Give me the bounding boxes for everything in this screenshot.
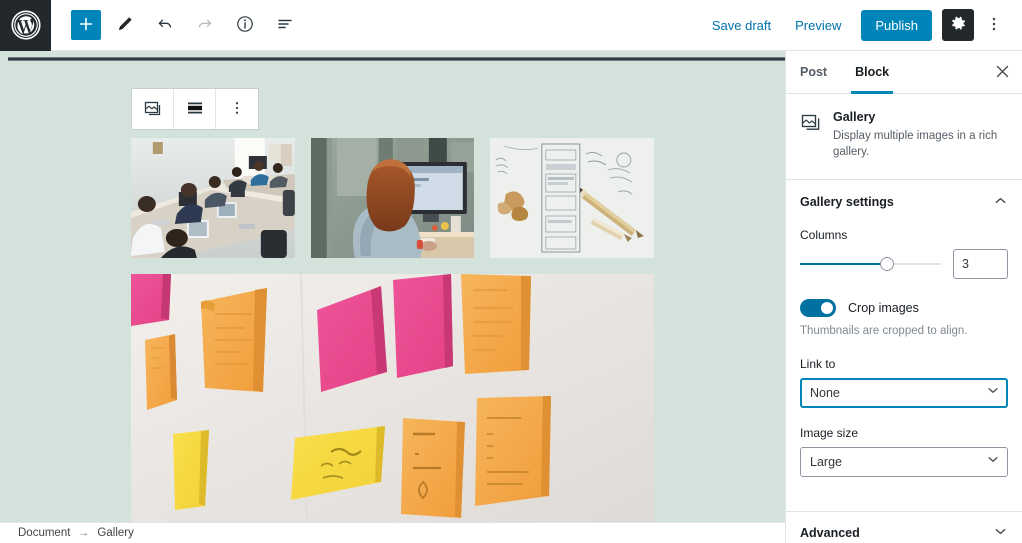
breadcrumb-item-document[interactable]: Document — [18, 527, 70, 539]
toggle-knob — [821, 301, 833, 314]
crop-images-help-text: Thumbnails are cropped to align. — [800, 324, 968, 337]
close-x-icon — [995, 64, 1010, 82]
gallery-image-2[interactable] — [310, 138, 475, 258]
block-selection-indicator — [8, 57, 785, 61]
columns-label: Columns — [800, 227, 848, 242]
block-info-card: Gallery Display multiple images in a ric… — [786, 94, 1022, 180]
content-structure-icon — [275, 14, 295, 37]
block-type-switcher-button[interactable] — [132, 89, 174, 129]
gallery-image-3[interactable] — [490, 138, 655, 258]
panel-title-gallery-settings: Gallery settings — [800, 194, 894, 209]
wordpress-logo-button[interactable] — [0, 0, 51, 51]
wordpress-logo-icon — [10, 10, 41, 40]
close-sidebar-button[interactable] — [988, 59, 1016, 87]
gallery-block[interactable] — [131, 138, 655, 522]
panel-header-advanced[interactable]: Advanced — [786, 512, 1022, 543]
columns-control — [800, 248, 1008, 279]
kebab-vertical-icon — [985, 15, 1003, 36]
settings-sidebar: Post Block Gallery Display multiple imag… — [785, 51, 1022, 543]
editor-canvas[interactable] — [0, 51, 785, 522]
breadcrumb-separator-icon: → — [78, 527, 90, 539]
tab-block[interactable]: Block — [841, 51, 903, 94]
block-info-text: Gallery Display multiple images in a ric… — [833, 110, 1008, 161]
columns-slider[interactable] — [800, 256, 941, 272]
block-contextual-toolbar — [131, 88, 259, 130]
redo-arrow-icon — [195, 14, 215, 37]
plus-icon — [77, 15, 95, 36]
gallery-row — [131, 138, 655, 258]
block-more-options-button[interactable] — [216, 89, 258, 129]
block-align-button[interactable] — [174, 89, 216, 129]
block-description: Display multiple images in a rich galler… — [833, 130, 998, 158]
editor-actions-group: Save draft Preview Publish — [700, 0, 1022, 51]
preview-button[interactable]: Preview — [783, 12, 853, 39]
gallery-block-icon — [143, 98, 163, 121]
gallery-image-4[interactable] — [131, 274, 654, 522]
tab-post[interactable]: Post — [786, 51, 841, 93]
align-wide-icon — [185, 98, 205, 121]
image-size-label: Image size — [800, 425, 859, 440]
block-navigation-button[interactable] — [269, 9, 301, 41]
breadcrumb: Document → Gallery — [0, 522, 785, 543]
edit-mode-button[interactable] — [109, 9, 141, 41]
pencil-icon — [115, 14, 135, 37]
panel-body-gallery-settings: Columns Crop images Thumbnails are cropp… — [786, 224, 1022, 511]
image-size-select[interactable]: Large — [800, 446, 1008, 477]
panel-header-gallery-settings[interactable]: Gallery settings — [786, 180, 1022, 224]
image-size-control: Large — [800, 446, 1008, 477]
image-size-value: Large — [810, 454, 842, 469]
undo-arrow-icon — [155, 14, 175, 37]
more-options-button[interactable] — [978, 9, 1010, 41]
crop-images-label: Crop images — [848, 300, 919, 315]
info-circle-icon — [235, 14, 255, 37]
columns-number-input[interactable] — [953, 248, 1008, 279]
editor-top-bar: Save draft Preview Publish — [0, 0, 1022, 51]
slider-fill — [800, 262, 888, 265]
save-draft-button[interactable]: Save draft — [700, 12, 783, 39]
crop-images-control: Crop images — [800, 298, 1008, 317]
sidebar-tabs: Post Block — [786, 51, 1022, 94]
editor-tools-group — [51, 0, 301, 51]
content-info-button[interactable] — [229, 9, 261, 41]
panel-title-advanced: Advanced — [800, 526, 860, 541]
block-title: Gallery — [833, 110, 876, 124]
gear-icon — [950, 15, 967, 35]
settings-toggle-button[interactable] — [942, 9, 974, 41]
chevron-up-icon — [993, 193, 1008, 211]
slider-thumb[interactable] — [880, 256, 895, 271]
gallery-block-icon — [800, 110, 822, 161]
gallery-image-1[interactable] — [131, 138, 295, 258]
undo-button[interactable] — [149, 9, 181, 41]
redo-button[interactable] — [189, 9, 221, 41]
chevron-down-icon — [993, 524, 1008, 542]
link-to-value: None — [810, 385, 840, 400]
add-block-button[interactable] — [71, 10, 101, 40]
crop-images-toggle[interactable] — [800, 298, 836, 317]
link-to-label: Link to — [800, 356, 836, 371]
link-to-control: None — [800, 377, 1008, 408]
gutenberg-editor: Save draft Preview Publish Document → Ga… — [0, 0, 1022, 543]
breadcrumb-item-gallery[interactable]: Gallery — [97, 527, 133, 539]
link-to-select[interactable]: None — [800, 377, 1008, 408]
publish-button[interactable]: Publish — [861, 9, 932, 41]
kebab-vertical-icon — [228, 99, 246, 120]
